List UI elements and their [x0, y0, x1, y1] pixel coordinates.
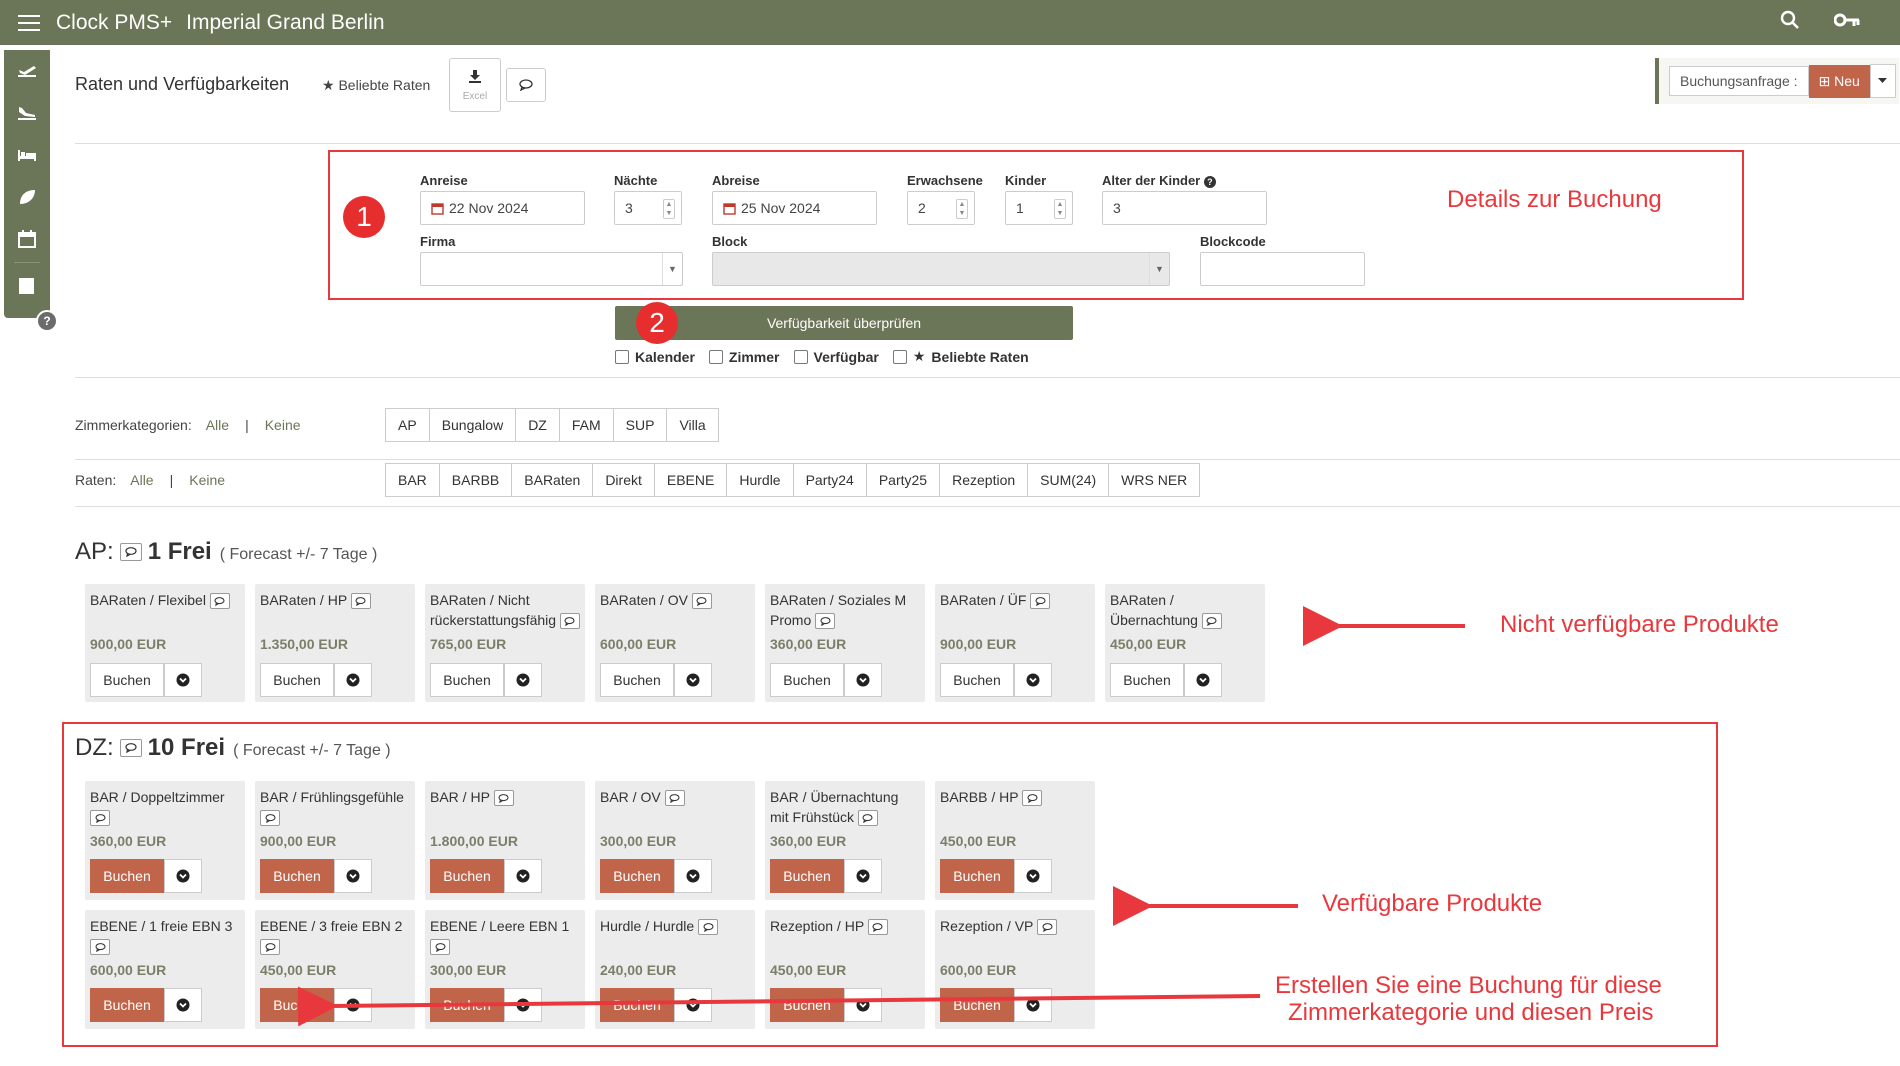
arrow-create-booking [297, 986, 1261, 1027]
annotation-arrows [297, 606, 1465, 1027]
